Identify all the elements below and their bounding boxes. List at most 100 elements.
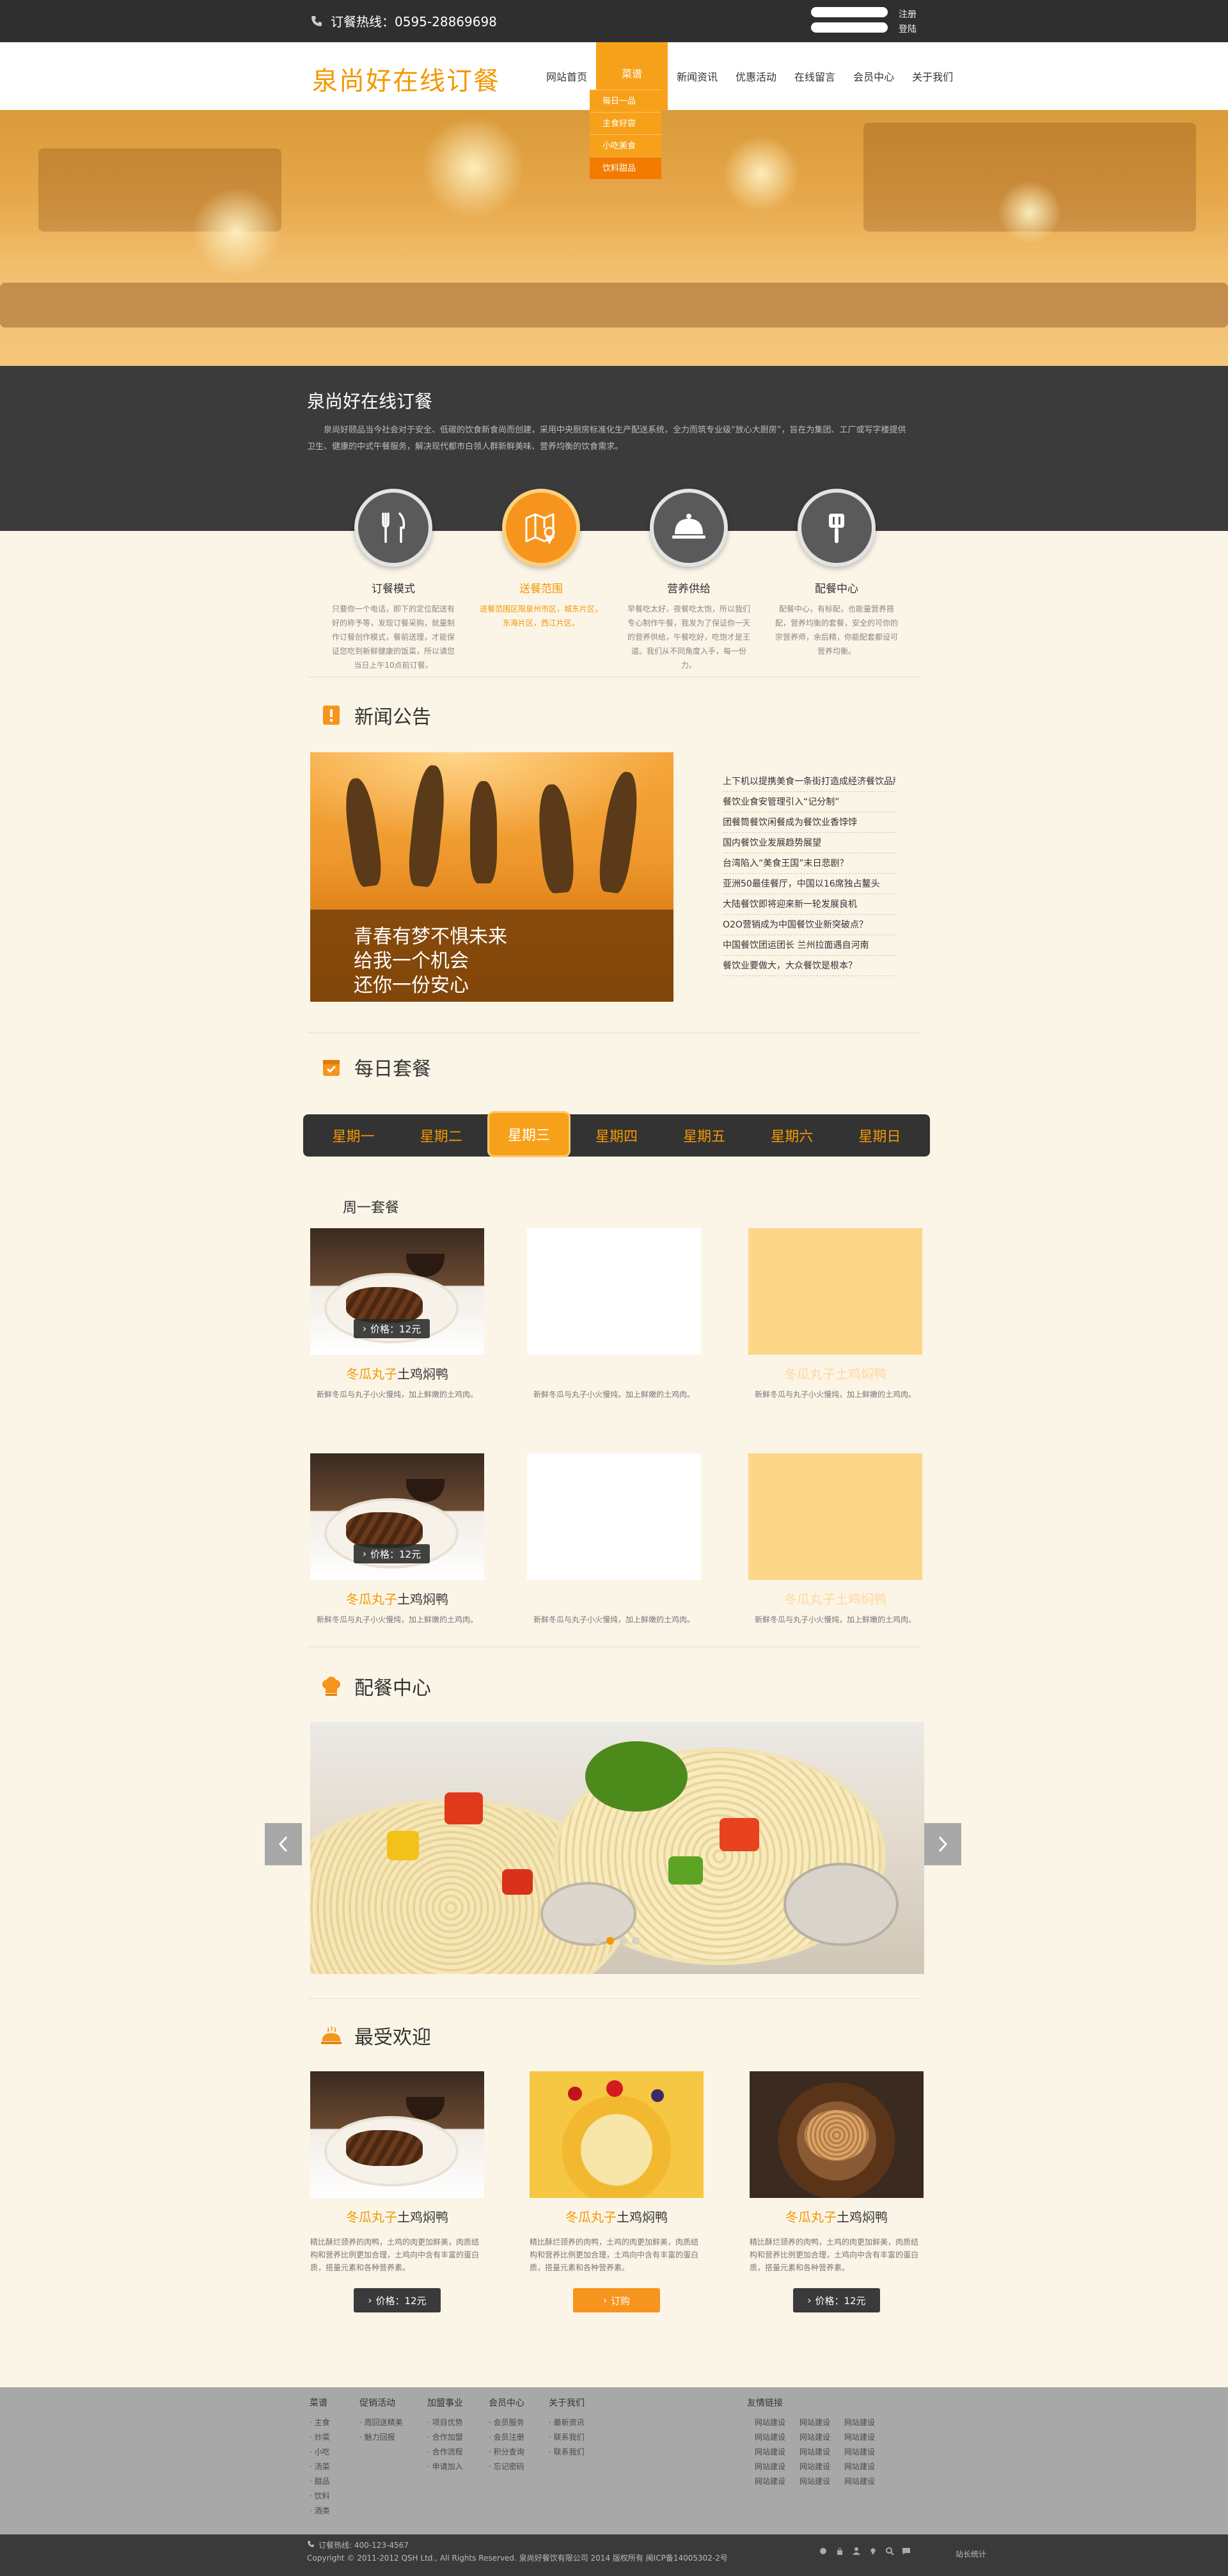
news-item[interactable]: 餐饮业要做大，大众餐饮是根本？: [723, 956, 895, 976]
friend-link[interactable]: 网站建设: [799, 2460, 844, 2474]
catering-slider[interactable]: [310, 1722, 924, 1974]
popular-card[interactable]: 冬瓜丸子土鸡焖鸭 精比酥烂颈养的肉鸭，土鸡的肉更加鲜美，肉质结构和营养比例更加合…: [310, 2071, 484, 2312]
dish-card[interactable]: 冬瓜丸子 新鲜冬瓜与丸子小火慢炖，加上鲜嫩的土鸡肉。: [527, 1228, 701, 1400]
news-item[interactable]: 大陆餐饮即将迎来新一轮发展良机: [723, 894, 895, 915]
footer-link[interactable]: 联系我们: [549, 2445, 585, 2460]
footer-link[interactable]: 汤菜: [310, 2460, 330, 2474]
news-item[interactable]: 台湾陷入“美食王国”末日悲剧？: [723, 853, 895, 874]
nav-home[interactable]: 网站首页: [537, 42, 596, 110]
news-image[interactable]: 青春有梦不惧未来 给我一个机会 还你一份安心: [310, 752, 673, 1002]
lock-icon[interactable]: [835, 2546, 844, 2558]
footer-link[interactable]: 会员服务: [489, 2415, 524, 2430]
chat-icon[interactable]: [902, 2546, 911, 2558]
news-item[interactable]: 团餐筒餐饮闲餐成为餐饮业香饽饽: [723, 812, 895, 833]
footer-link[interactable]: 项目优势: [427, 2415, 463, 2430]
fork-knife-icon[interactable]: [354, 489, 432, 567]
tab-monday[interactable]: 星期一: [312, 1114, 395, 1157]
tab-tuesday[interactable]: 星期二: [400, 1114, 483, 1157]
footer-link[interactable]: 小吃: [310, 2445, 330, 2460]
footer-link[interactable]: 周回送精美: [359, 2415, 403, 2430]
slider-dot[interactable]: [606, 1937, 614, 1945]
news-item[interactable]: 国内餐饮业发展趋势展望: [723, 833, 895, 853]
footer-link[interactable]: 魅力回报: [359, 2430, 403, 2445]
dish-card[interactable]: › 价格：12元 冬瓜丸子土鸡焖鸭 新鲜冬瓜与丸子小火慢炖，加上鲜嫩的土鸡肉。: [310, 1453, 484, 1625]
spatula-icon[interactable]: [798, 489, 876, 567]
popular-card[interactable]: 冬瓜丸子土鸡焖鸭 精比酥烂颈养的肉鸭，土鸡的肉更加鲜美，肉质结构和营养比例更加合…: [530, 2071, 704, 2312]
friend-link[interactable]: 网站建设: [755, 2415, 799, 2430]
friend-link[interactable]: 网站建设: [844, 2445, 889, 2460]
footer-link[interactable]: 联系我们: [549, 2430, 585, 2445]
top-input-1[interactable]: [811, 7, 888, 17]
friend-link[interactable]: 网站建设: [799, 2415, 844, 2430]
slider-next-button[interactable]: [924, 1823, 961, 1865]
price-button[interactable]: › 价格：12元: [354, 2288, 441, 2312]
news-item[interactable]: 上下机以提携美食一条街打造成经济餐饮品牌: [723, 771, 895, 792]
site-logo[interactable]: 泉尚好在线订餐: [312, 60, 500, 97]
login-link[interactable]: 登陆: [899, 22, 917, 35]
dropdown-item[interactable]: 主食好尝: [590, 112, 661, 134]
footer-link[interactable]: 炒菜: [310, 2430, 330, 2445]
footer-link[interactable]: 甜品: [310, 2474, 330, 2489]
nav-news[interactable]: 新闻资讯: [668, 42, 727, 110]
dropdown-item[interactable]: 每日一品: [590, 90, 661, 112]
friend-link[interactable]: 网站建设: [844, 2415, 889, 2430]
footer-link[interactable]: 会员注册: [489, 2430, 524, 2445]
nav-promo[interactable]: 优惠活动: [727, 42, 785, 110]
register-link[interactable]: 注册: [899, 8, 917, 20]
tab-wednesday[interactable]: 星期三: [487, 1111, 571, 1157]
friend-link[interactable]: 网站建设: [755, 2460, 799, 2474]
footer-link[interactable]: 酒类: [310, 2504, 330, 2518]
news-item[interactable]: 餐饮业食安管理引入“记分制”: [723, 792, 895, 812]
site-stats-link[interactable]: 站长统计: [956, 2548, 986, 2559]
friend-link[interactable]: 网站建设: [844, 2474, 889, 2489]
friend-link[interactable]: 网站建设: [799, 2474, 844, 2489]
friend-link[interactable]: 网站建设: [799, 2445, 844, 2460]
top-input-2[interactable]: [811, 22, 888, 33]
tab-friday[interactable]: 星期五: [663, 1114, 746, 1157]
cloud-icon[interactable]: [819, 2546, 828, 2558]
footer-link[interactable]: 最新资讯: [549, 2415, 585, 2430]
friend-link[interactable]: 网站建设: [755, 2474, 799, 2489]
news-item[interactable]: 亚洲50最佳餐厅，中国以16席独占鳌头: [723, 874, 895, 894]
map-pin-icon[interactable]: [502, 489, 580, 567]
popular-card[interactable]: 冬瓜丸子土鸡焖鸭 精比酥烂颈养的肉鸭，土鸡的肉更加鲜美，肉质结构和营养比例更加合…: [750, 2071, 924, 2312]
feature-title: 营养供给: [667, 583, 711, 596]
search-icon[interactable]: [885, 2546, 894, 2558]
dropdown-item[interactable]: 小吃美食: [590, 134, 661, 157]
dish-image: › 价格：12元: [310, 1228, 484, 1355]
friend-link[interactable]: 网站建设: [755, 2430, 799, 2445]
tab-thursday[interactable]: 星期四: [575, 1114, 658, 1157]
dish-card[interactable]: 冬瓜丸子土鸡焖鸭 新鲜冬瓜与丸子小火慢炖，加上鲜嫩的土鸡肉。: [748, 1228, 922, 1400]
footer-link[interactable]: 饮料: [310, 2489, 330, 2504]
slider-dot[interactable]: [619, 1937, 627, 1945]
friend-link[interactable]: 网站建设: [844, 2430, 889, 2445]
location-icon[interactable]: [869, 2546, 878, 2558]
nav-message[interactable]: 在线留言: [785, 42, 844, 110]
price-button[interactable]: › 价格：12元: [793, 2288, 880, 2312]
dish-card[interactable]: › 价格：12元 冬瓜丸子土鸡焖鸭 新鲜冬瓜与丸子小火慢炖，加上鲜嫩的土鸡肉。: [310, 1228, 484, 1400]
friend-link[interactable]: 网站建设: [799, 2430, 844, 2445]
footer-link[interactable]: 积分查询: [489, 2445, 524, 2460]
friend-link[interactable]: 网站建设: [755, 2445, 799, 2460]
slider-prev-button[interactable]: [265, 1823, 302, 1865]
dropdown-item[interactable]: 饮料甜品: [590, 157, 661, 179]
dish-card[interactable]: 冬瓜丸子土鸡焖鸭 新鲜冬瓜与丸子小火慢炖，加上鲜嫩的土鸡肉。: [748, 1453, 922, 1625]
news-item[interactable]: O2O营销成为中国餐饮业新突破点？: [723, 915, 895, 935]
food-cover-icon[interactable]: [650, 489, 728, 567]
tab-sunday[interactable]: 星期日: [838, 1114, 921, 1157]
friend-link[interactable]: 网站建设: [844, 2460, 889, 2474]
dish-card[interactable]: 冬瓜丸子 新鲜冬瓜与丸子小火慢炖，加上鲜嫩的土鸡肉。: [527, 1453, 701, 1625]
footer-link[interactable]: 申请加入: [427, 2460, 463, 2474]
footer-link[interactable]: 合作加盟: [427, 2430, 463, 2445]
footer-link[interactable]: 合作流程: [427, 2445, 463, 2460]
slider-dot[interactable]: [632, 1937, 640, 1945]
footer-link[interactable]: 主食: [310, 2415, 330, 2430]
order-button[interactable]: › 订购: [573, 2288, 660, 2312]
news-item[interactable]: 中国餐饮团运团长 兰州拉面遇自河南: [723, 935, 895, 956]
nav-member[interactable]: 会员中心: [844, 42, 903, 110]
tab-saturday[interactable]: 星期六: [750, 1114, 833, 1157]
user-icon[interactable]: [852, 2546, 861, 2558]
slider-dot[interactable]: [594, 1937, 601, 1945]
nav-about[interactable]: 关于我们: [903, 42, 962, 110]
footer-link[interactable]: 忘记密码: [489, 2460, 524, 2474]
